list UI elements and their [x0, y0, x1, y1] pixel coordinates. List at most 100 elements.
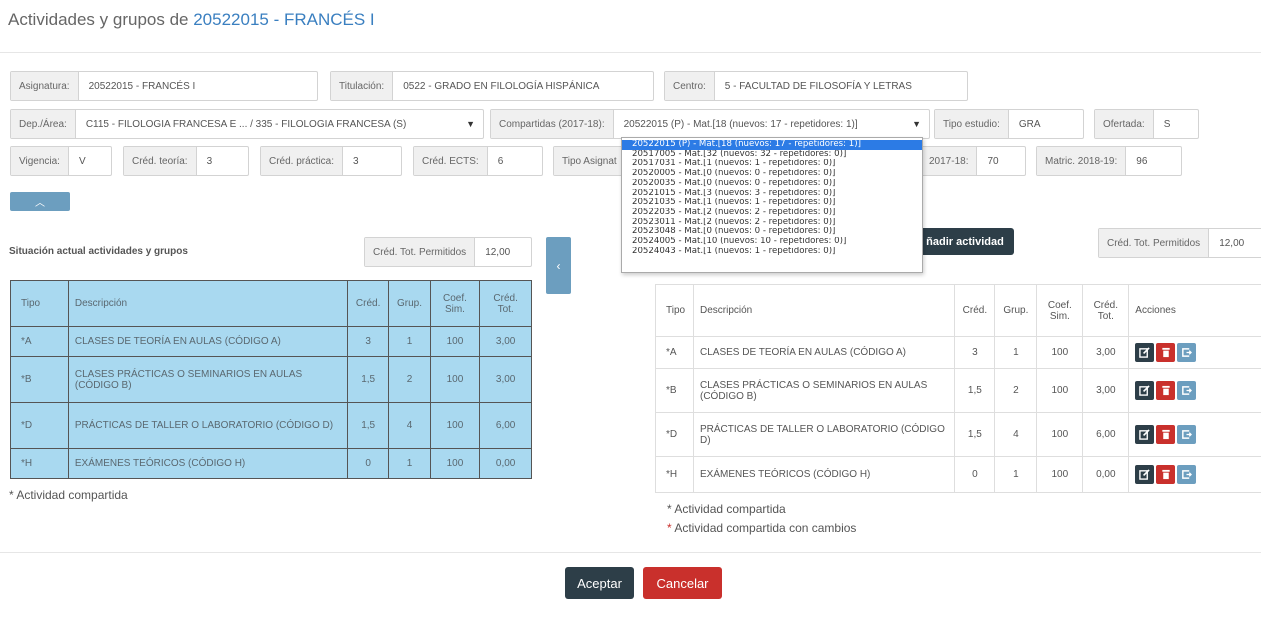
- cell-tipo: *B: [655, 368, 694, 413]
- collapse-button[interactable]: ︿: [10, 192, 70, 211]
- right-note-2-text: Actividad compartida con cambios: [674, 521, 857, 535]
- cell-grup: 1: [994, 336, 1038, 369]
- edit-icon[interactable]: [1135, 343, 1155, 362]
- cell-descripcion: CLASES DE TEORÍA EN AULAS (CÓDIGO A): [67, 326, 348, 357]
- table-header-row: Tipo Descripción Créd. Grup. Coef. Sim. …: [655, 284, 1261, 337]
- right-cred-label: Créd. Tot. Permitidos: [1099, 229, 1210, 257]
- edit-icon[interactable]: [1135, 425, 1155, 444]
- col-grup: Grup.: [388, 280, 431, 327]
- right-note-1-text: Actividad compartida: [674, 502, 786, 516]
- table-row: *H EXÁMENES TEÓRICOS (CÓDIGO H) 0 1 100 …: [655, 456, 1261, 493]
- cell-coef: 100: [1036, 412, 1084, 457]
- col-cred-tot: Créd. Tot.: [1082, 284, 1130, 337]
- dropdown-option[interactable]: 20522035 - Mat.[2 (nuevos: 2 - repetidor…: [622, 208, 922, 218]
- cell-cred-tot: 6,00: [1082, 412, 1130, 457]
- cell-coef: 100: [429, 326, 481, 357]
- centro-value: 5 - FACULTAD DE FILOSOFÍA Y LETRAS: [724, 80, 912, 92]
- table-row: *D PRÁCTICAS DE TALLER O LABORATORIO (CÓ…: [10, 402, 532, 449]
- left-cred-permitidos: Créd. Tot. Permitidos 12,00: [364, 237, 532, 267]
- copy-icon[interactable]: [1177, 343, 1197, 362]
- centro-field: Centro: 5 - FACULTAD DE FILOSOFÍA Y LETR…: [664, 71, 968, 101]
- cell-tipo: *B: [10, 356, 69, 403]
- cell-cred-tot: 3,00: [479, 356, 532, 403]
- left-cred-label: Créd. Tot. Permitidos: [365, 238, 476, 266]
- cell-cred-tot: 0,00: [1082, 456, 1130, 493]
- cred-practica-field: Créd. práctica: 3: [260, 146, 402, 176]
- cred-ects-value: 6: [497, 155, 504, 167]
- titulacion-label: Titulación:: [331, 72, 394, 100]
- vigencia-label: Vigencia:: [11, 147, 69, 175]
- dropdown-option[interactable]: 20521035 - Mat.[1 (nuevos: 1 - repetidor…: [622, 198, 922, 208]
- cell-tipo: *H: [655, 456, 694, 493]
- dropdown-option[interactable]: 20523048 - Mat.[0 (nuevos: 0 - repetidor…: [622, 227, 922, 237]
- col-descripcion: Descripción: [67, 280, 348, 327]
- cell-tipo: *D: [655, 412, 694, 457]
- cell-cred: 1,5: [954, 368, 996, 413]
- cell-actions: [1128, 412, 1261, 457]
- cell-coef: 100: [429, 402, 481, 449]
- cell-grup: 1: [388, 326, 431, 357]
- cred-teoria-value: 3: [206, 155, 213, 167]
- dropdown-option[interactable]: 20523011 - Mat.[2 (nuevos: 2 - repetidor…: [622, 218, 922, 228]
- side-toggle-button[interactable]: ‹: [546, 237, 571, 294]
- dropdown-option[interactable]: 20521015 - Mat.[3 (nuevos: 3 - repetidor…: [622, 189, 922, 199]
- left-cred-value: 12,00: [485, 246, 511, 258]
- right-activities-table: Tipo Descripción Créd. Grup. Coef. Sim. …: [655, 284, 1261, 493]
- dropdown-option[interactable]: 20520035 - Mat.[0 (nuevos: 0 - repetidor…: [622, 179, 922, 189]
- cell-tipo: *H: [10, 448, 69, 479]
- ofertada-field: Ofertada: S: [1094, 109, 1199, 139]
- cell-descripcion: PRÁCTICAS DE TALLER O LABORATORIO (CÓDIG…: [67, 402, 348, 449]
- dep-area-label: Dep./Área:: [11, 110, 76, 138]
- left-panel-title: Situación actual actividades y grupos: [9, 246, 188, 257]
- table-row: *B CLASES PRÁCTICAS O SEMINARIOS EN AULA…: [10, 356, 532, 403]
- dropdown-option[interactable]: 20524043 - Mat.[1 (nuevos: 1 - repetidor…: [622, 247, 922, 257]
- dropdown-option[interactable]: 20517031 - Mat.[1 (nuevos: 1 - repetidor…: [622, 159, 922, 169]
- matric-2017-label: 2017-18:: [921, 147, 978, 175]
- cell-cred: 3: [954, 336, 996, 369]
- edit-icon[interactable]: [1135, 381, 1155, 400]
- cell-cred: 1,5: [346, 402, 390, 449]
- edit-icon[interactable]: [1135, 465, 1155, 484]
- delete-icon[interactable]: [1156, 381, 1176, 400]
- delete-icon[interactable]: [1156, 465, 1176, 484]
- copy-icon[interactable]: [1177, 465, 1197, 484]
- vigencia-field: Vigencia: V: [10, 146, 112, 176]
- dep-area-select[interactable]: Dep./Área: C115 - FILOLOGIA FRANCESA E .…: [10, 109, 484, 139]
- compartidas-dropdown-list[interactable]: 20522015 (P) - Mat.[18 (nuevos: 17 - rep…: [621, 137, 923, 273]
- cell-cred: 1,5: [346, 356, 390, 403]
- right-note-1: * Actividad compartida: [667, 502, 786, 516]
- col-descripcion: Descripción: [692, 284, 956, 337]
- page-title-link[interactable]: 20522015 - FRANCÉS I: [193, 10, 374, 29]
- matric-2018-field: Matric. 2018-19: 96: [1036, 146, 1182, 176]
- table-row: *H EXÁMENES TEÓRICOS (CÓDIGO H) 0 1 100 …: [10, 448, 532, 479]
- copy-icon[interactable]: [1177, 381, 1197, 400]
- tipo-asignat-label: Tipo Asignat: [554, 147, 625, 175]
- chevron-left-icon: ‹: [556, 258, 561, 273]
- page-title-prefix: Actividades y grupos de: [8, 10, 194, 29]
- cancel-button[interactable]: Cancelar: [643, 567, 722, 599]
- col-coef: Coef. Sim.: [429, 280, 481, 327]
- cell-tipo: *D: [10, 402, 69, 449]
- add-activity-button[interactable]: ñadir actividad: [916, 228, 1014, 255]
- dropdown-option[interactable]: 20520005 - Mat.[0 (nuevos: 0 - repetidor…: [622, 169, 922, 179]
- accept-button[interactable]: Aceptar: [565, 567, 634, 599]
- tipo-estudio-field: Tipo estudio: GRA: [934, 109, 1084, 139]
- compartidas-select[interactable]: Compartidas (2017-18): 20522015 (P) - Ma…: [490, 109, 930, 139]
- ofertada-label: Ofertada:: [1095, 110, 1154, 138]
- table-row: *A CLASES DE TEORÍA EN AULAS (CÓDIGO A) …: [10, 326, 532, 357]
- col-cred: Créd.: [346, 280, 390, 327]
- dropdown-option[interactable]: 20517005 - Mat.[32 (nuevos: 32 - repetid…: [622, 150, 922, 160]
- table-row: *B CLASES PRÁCTICAS O SEMINARIOS EN AULA…: [655, 368, 1261, 413]
- copy-icon[interactable]: [1177, 425, 1197, 444]
- ofertada-value: S: [1163, 118, 1171, 130]
- delete-icon[interactable]: [1156, 425, 1176, 444]
- cell-descripcion: PRÁCTICAS DE TALLER O LABORATORIO (CÓDIG…: [692, 412, 956, 457]
- delete-icon[interactable]: [1156, 343, 1176, 362]
- asignatura-label: Asignatura:: [11, 72, 79, 100]
- dropdown-option[interactable]: 20524005 - Mat.[10 (nuevos: 10 - repetid…: [622, 237, 922, 247]
- cell-cred-tot: 6,00: [479, 402, 532, 449]
- col-coef: Coef. Sim.: [1036, 284, 1084, 337]
- dropdown-option[interactable]: 20522015 (P) - Mat.[18 (nuevos: 17 - rep…: [622, 140, 922, 150]
- cred-practica-label: Créd. práctica:: [261, 147, 344, 175]
- caret-down-icon: ▼: [912, 119, 921, 129]
